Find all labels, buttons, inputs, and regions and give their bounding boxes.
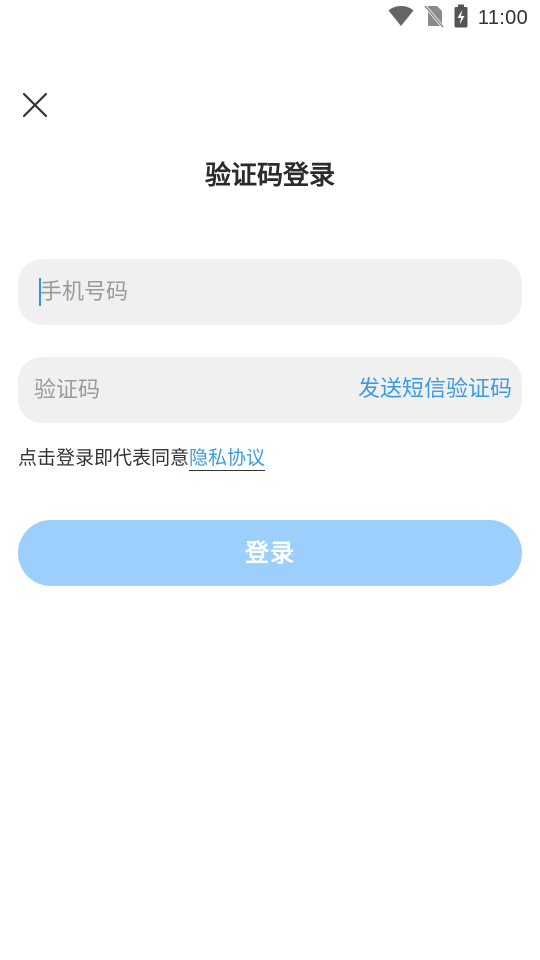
no-sim-icon [423,4,445,32]
phone-input[interactable] [40,259,510,325]
text-caret [39,278,41,306]
close-icon [22,92,48,122]
battery-charging-icon [454,4,468,32]
close-button[interactable] [14,86,56,128]
status-time: 11:00 [477,6,528,29]
login-button[interactable]: 登录 [18,520,522,586]
code-field[interactable]: 发送短信验证码 [18,357,522,423]
agreement-prefix: 点击登录即代表同意 [18,447,190,469]
agreement-text: 点击登录即代表同意隐私协议 [18,443,266,475]
wifi-icon [388,5,414,31]
status-bar: 11:00 [0,0,540,36]
status-icons: 11:00 [388,4,528,32]
privacy-link[interactable]: 隐私协议 [189,447,266,471]
phone-field[interactable] [18,259,522,325]
page-title: 验证码登录 [204,161,335,191]
code-input[interactable] [34,357,334,423]
send-code-button[interactable]: 发送短信验证码 [358,357,512,423]
